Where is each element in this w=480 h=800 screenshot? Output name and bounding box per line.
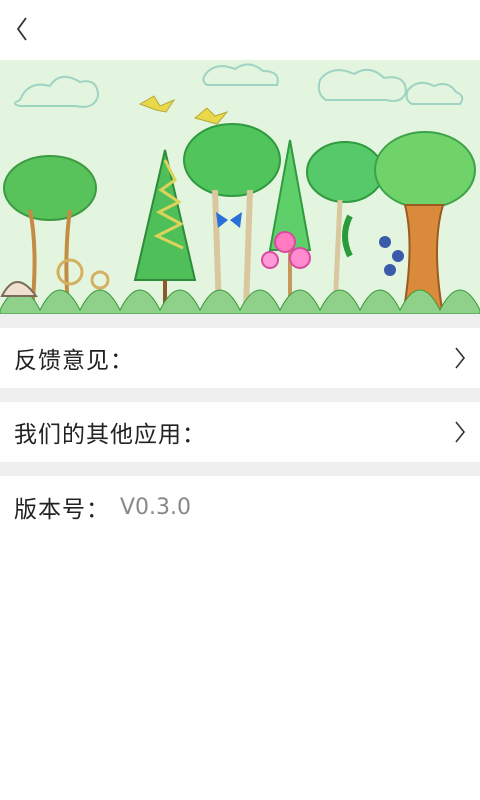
version-row: 版本号： V0.3.0: [0, 476, 480, 538]
version-value: V0.3.0: [120, 494, 192, 520]
feedback-label: 反馈意见：: [14, 348, 134, 374]
chevron-right-icon: [454, 346, 466, 370]
version-label: 版本号：: [14, 497, 110, 523]
back-button[interactable]: [10, 12, 34, 46]
chevron-left-icon: [16, 17, 27, 41]
banner-illustration: [0, 60, 480, 314]
section-divider: [0, 388, 480, 402]
section-divider: [0, 314, 480, 328]
empty-area: [0, 538, 480, 800]
feedback-row[interactable]: 反馈意见：: [0, 328, 480, 388]
other-apps-label: 我们的其他应用：: [14, 422, 206, 448]
other-apps-row[interactable]: 我们的其他应用：: [0, 402, 480, 462]
section-divider: [0, 462, 480, 476]
top-bar: [0, 0, 480, 60]
chevron-right-icon: [454, 420, 466, 444]
